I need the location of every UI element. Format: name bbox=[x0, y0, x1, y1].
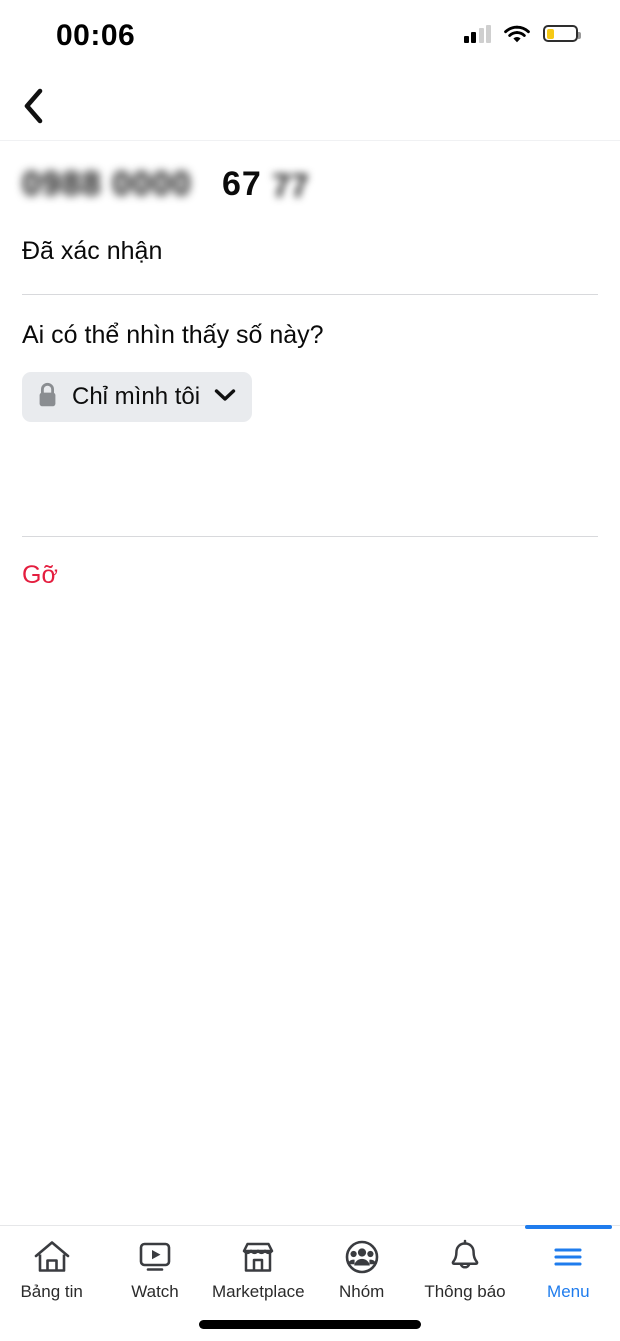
tab-watch[interactable]: Watch bbox=[103, 1226, 206, 1304]
confirmation-status: Đã xác nhận bbox=[22, 237, 163, 265]
tab-label: Watch bbox=[131, 1282, 179, 1301]
bell-icon bbox=[446, 1237, 484, 1277]
chevron-left-icon bbox=[22, 88, 44, 129]
home-indicator bbox=[199, 1320, 421, 1329]
phone-number-redacted-prefix: 0988 0000 bbox=[22, 165, 192, 203]
wifi-icon bbox=[504, 24, 530, 43]
status-indicators bbox=[463, 24, 581, 43]
bottom-tab-bar: Bảng tin Watch Marketplace Nhóm Thông bá… bbox=[0, 1225, 620, 1341]
status-bar: 00:06 bbox=[0, 0, 620, 72]
remove-number-button[interactable]: Gỡ bbox=[22, 561, 58, 590]
main-content: 0988 0000 67 77 Đã xác nhận Ai có thể nh… bbox=[0, 141, 620, 590]
chevron-down-icon bbox=[214, 388, 236, 407]
tab-label: Nhóm bbox=[338, 1282, 385, 1301]
groups-icon bbox=[343, 1237, 381, 1277]
tab-notifications[interactable]: Thông báo bbox=[413, 1226, 516, 1304]
lock-icon bbox=[37, 382, 58, 413]
divider-bottom bbox=[22, 536, 598, 537]
nav-header bbox=[0, 72, 620, 141]
status-time: 00:06 bbox=[56, 19, 136, 52]
store-icon bbox=[239, 1237, 277, 1277]
tab-menu[interactable]: Menu bbox=[517, 1225, 620, 1304]
tab-label: Bảng tin bbox=[20, 1282, 83, 1301]
tab-news-feed[interactable]: Bảng tin bbox=[0, 1226, 103, 1304]
phone-number-row: 0988 0000 67 77 bbox=[22, 165, 309, 209]
tab-label: Marketplace bbox=[212, 1282, 305, 1301]
phone-number-redacted-suffix: 77 bbox=[272, 167, 309, 204]
active-tab-indicator bbox=[524, 1225, 612, 1229]
tab-groups[interactable]: Nhóm bbox=[310, 1226, 413, 1304]
tab-marketplace[interactable]: Marketplace bbox=[207, 1226, 310, 1304]
tab-label: Menu bbox=[547, 1282, 590, 1301]
home-icon bbox=[33, 1237, 71, 1277]
audience-value: Chỉ mình tôi bbox=[72, 383, 201, 410]
video-play-icon bbox=[136, 1237, 174, 1277]
phone-number-visible-digits: 67 bbox=[222, 165, 262, 203]
phone-screen: 00:06 0988 0000 67 77 Đã xác nhận Ai có … bbox=[0, 0, 620, 1341]
audience-question-label: Ai có thể nhìn thấy số này? bbox=[22, 321, 324, 349]
back-button[interactable] bbox=[22, 88, 66, 128]
audience-selector[interactable]: Chỉ mình tôi bbox=[22, 372, 253, 422]
tab-label: Thông báo bbox=[424, 1282, 506, 1301]
battery-icon bbox=[543, 25, 581, 42]
cellular-signal-icon bbox=[463, 24, 491, 43]
hamburger-menu-icon bbox=[549, 1237, 587, 1277]
divider-top bbox=[22, 294, 598, 295]
